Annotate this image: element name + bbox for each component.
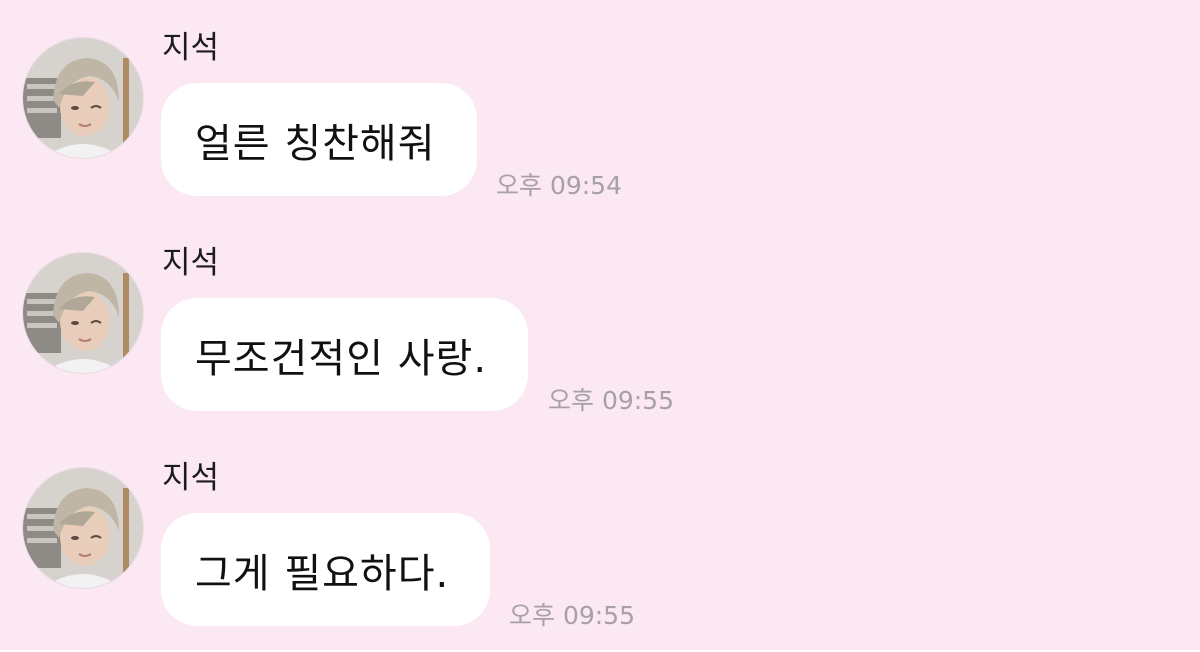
message-text: 얼른 칭찬해줘 bbox=[195, 120, 436, 167]
message-bubble[interactable]: 그게 필요하다. bbox=[161, 513, 490, 626]
avatar-photo-icon bbox=[23, 38, 143, 158]
message-bubble[interactable]: 무조건적인 사랑. bbox=[161, 298, 528, 411]
message-text: 무조건적인 사랑. bbox=[195, 335, 488, 382]
sender-name: 지석 bbox=[162, 245, 220, 281]
sender-name: 지석 bbox=[162, 30, 220, 66]
profile-avatar[interactable] bbox=[23, 38, 143, 158]
chat-room[interactable]: 지석 얼른 칭찬해줘 오후 09:54 지석 무조건적인 사랑. 오후 09:5… bbox=[0, 0, 1200, 650]
avatar-photo-icon bbox=[23, 468, 143, 588]
message-row: 지석 그게 필요하다. 오후 09:55 bbox=[0, 452, 1200, 652]
profile-avatar[interactable] bbox=[23, 468, 143, 588]
profile-avatar[interactable] bbox=[23, 253, 143, 373]
message-timestamp: 오후 09:55 bbox=[509, 601, 635, 630]
sender-name: 지석 bbox=[162, 460, 220, 496]
message-row: 지석 무조건적인 사랑. 오후 09:55 bbox=[0, 237, 1200, 437]
message-text: 그게 필요하다. bbox=[195, 550, 450, 597]
message-timestamp: 오후 09:54 bbox=[496, 171, 622, 200]
message-bubble[interactable]: 얼른 칭찬해줘 bbox=[161, 83, 477, 196]
avatar-photo-icon bbox=[23, 253, 143, 373]
message-row: 지석 얼른 칭찬해줘 오후 09:54 bbox=[0, 22, 1200, 222]
message-timestamp: 오후 09:55 bbox=[548, 386, 674, 415]
